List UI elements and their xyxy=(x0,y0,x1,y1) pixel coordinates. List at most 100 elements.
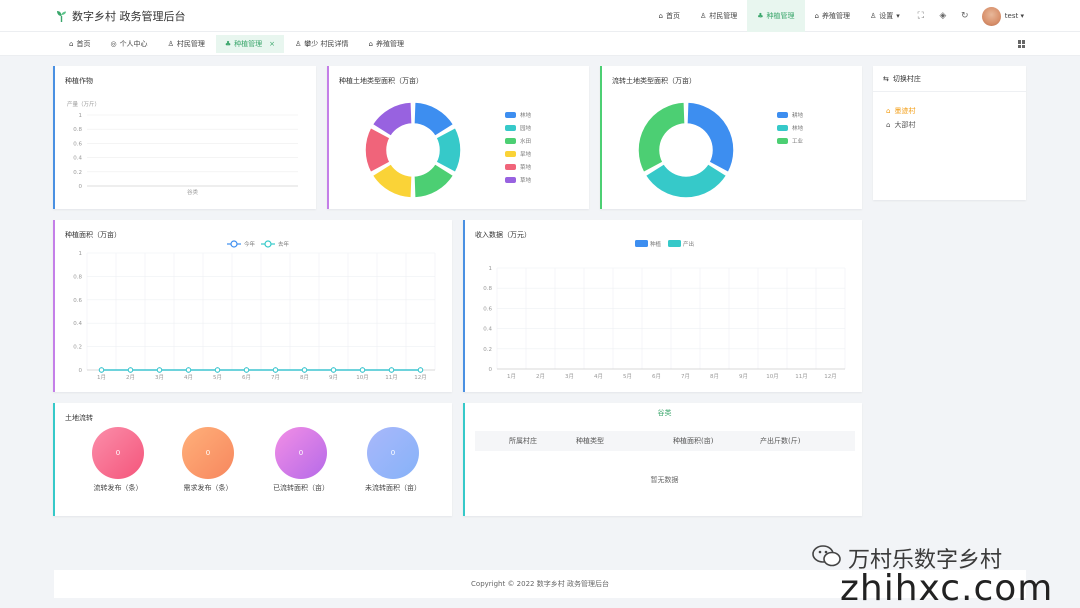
x-tick-label: 10月 xyxy=(766,373,779,380)
stat-circle[interactable]: 0 xyxy=(92,427,144,479)
tab-villagers[interactable]: ♙ 村民管理 xyxy=(159,35,214,53)
tab-villager-detail[interactable]: ♙ 攀少 村民详情 xyxy=(286,35,358,53)
legend-swatch xyxy=(505,111,516,118)
planting-area-card: 种植面积（万亩） 0 0.2 0.4 0.6 0.8 1 1月 2月 3月 4月 5月 6月 7月 8月 9… xyxy=(53,220,452,392)
tab-planting[interactable]: ♣ 种植管理 × xyxy=(215,35,284,53)
legend-item[interactable]: 旱地 xyxy=(505,147,531,160)
user-menu[interactable]: test ▾ xyxy=(1005,12,1024,20)
column-header[interactable]: 产出斤数(斤) xyxy=(760,436,855,446)
data-point xyxy=(301,367,308,373)
y-tick-label: 1 xyxy=(79,251,83,257)
tab-home[interactable]: ⌂ 首页 xyxy=(60,35,99,53)
table-header: 所属村庄 种植类型 种植面积(亩) 产出斤数(斤) xyxy=(475,431,855,451)
column-header[interactable]: 种植面积(亩) xyxy=(665,436,760,446)
topnav-planting[interactable]: ♣ 种植管理 xyxy=(747,0,805,32)
close-icon[interactable]: × xyxy=(269,40,275,48)
y-tick-label: 1 xyxy=(79,113,83,119)
column-header[interactable]: 所属村庄 xyxy=(475,436,570,446)
data-point xyxy=(243,367,250,373)
x-tick-label: 7月 xyxy=(271,374,280,381)
y-tick-label: 0.8 xyxy=(73,127,82,133)
x-tick-label: 5月 xyxy=(213,374,222,381)
plant-icon: ♣ xyxy=(224,40,232,48)
x-tick-label: 12月 xyxy=(414,374,427,381)
stat-value: 0 xyxy=(390,449,396,457)
tab-label: 种植管理 xyxy=(234,40,263,48)
village-list: ⌂ 墨迹村 ⌂ 大邵村 xyxy=(886,104,915,132)
stat-circle[interactable]: 0 xyxy=(275,427,327,479)
legend-label: 草地 xyxy=(520,177,532,184)
legend-item[interactable]: 菜地 xyxy=(505,160,531,173)
legend-label: 水田 xyxy=(520,138,532,145)
legend-item[interactable]: 耕地 xyxy=(777,108,803,121)
topnav-villagers[interactable]: ♙ 村民管理 xyxy=(690,0,747,32)
land-type-card: 种植土地类型面积（万亩） 林地 园地水田旱地菜地草地 xyxy=(327,66,589,209)
stat-circle[interactable]: 0 xyxy=(182,427,234,479)
legend-swatch xyxy=(505,163,516,170)
person-icon: ♙ xyxy=(699,12,707,20)
legend-item[interactable]: 园地 xyxy=(505,121,531,134)
planting-crops-chart: 产量（万斤） 0 0.2 0.4 0.6 0.8 1 谷类 xyxy=(67,100,298,196)
x-tick-label: 2月 xyxy=(126,374,135,381)
topnav-villagers-label: 村民管理 xyxy=(709,12,738,20)
legend-label: 种植 xyxy=(650,240,662,248)
stat-circle[interactable]: 0 xyxy=(367,427,419,479)
legend-item[interactable]: 林地 xyxy=(505,108,531,121)
legend-item[interactable]: 工业 xyxy=(777,134,803,147)
avatar[interactable] xyxy=(981,6,1001,26)
village-item[interactable]: ⌂ 墨迹村 xyxy=(886,104,915,118)
data-point xyxy=(214,367,221,373)
x-tick-label: 1月 xyxy=(507,373,516,380)
legend-item[interactable]: 林地 xyxy=(777,121,803,134)
legend-swatch xyxy=(668,240,681,247)
village-label: 大邵村 xyxy=(894,121,916,129)
legend-swatch xyxy=(777,124,788,131)
y-axis-label: 产量（万斤） xyxy=(67,100,100,108)
sprout-logo-icon xyxy=(57,11,66,22)
tab-grain[interactable]: 谷类 xyxy=(465,408,864,418)
tab-breeding[interactable]: ⌂ 养殖管理 xyxy=(360,35,413,53)
x-tick-label: 12月 xyxy=(824,373,837,380)
data-point xyxy=(127,367,134,373)
card-title: 流转土地类型面积（万亩） xyxy=(612,77,696,85)
user-name: test xyxy=(1004,12,1019,20)
x-tick-label: 10月 xyxy=(356,374,369,381)
house-icon: ⌂ xyxy=(886,121,891,129)
topnav-settings[interactable]: ♙ 设置 ▾ xyxy=(860,0,910,32)
legend-label: 菜地 xyxy=(520,164,532,171)
tab-label: 村民管理 xyxy=(176,40,205,48)
planting-crops-card: 种植作物 产量（万斤） 0 0.2 0.4 0.6 0.8 1 谷类 xyxy=(53,66,316,209)
y-tick-label: 0.2 xyxy=(73,170,82,176)
grid-menu-icon[interactable] xyxy=(1018,40,1026,48)
legend-item[interactable]: 草地 xyxy=(505,173,531,186)
legend-label: 林地 xyxy=(792,125,804,132)
data-point xyxy=(417,367,424,373)
switch-icon: ⇆ xyxy=(883,74,889,83)
data-point xyxy=(330,367,337,373)
legend-item[interactable]: 水田 xyxy=(505,134,531,147)
x-tick-label: 6月 xyxy=(652,373,661,380)
x-tick-label: 8月 xyxy=(710,373,719,380)
refresh-icon[interactable]: ↻ xyxy=(954,0,976,32)
column-header[interactable]: 种植类型 xyxy=(570,436,665,446)
legend-swatch xyxy=(505,150,516,157)
topnav-settings-label: 设置 xyxy=(879,12,894,20)
stat-label: 未流转面积（亩） xyxy=(365,484,421,492)
barn-icon: ⌂ xyxy=(814,12,819,20)
card-title: 种植土地类型面积（万亩） xyxy=(339,77,423,85)
y-tick-label: 0.6 xyxy=(73,298,82,304)
tab-profile[interactable]: ◎ 个人中心 xyxy=(101,35,156,53)
fullscreen-icon[interactable]: ⛶ xyxy=(910,0,932,32)
topnav-home[interactable]: ⌂ 首页 xyxy=(649,0,690,32)
theme-icon[interactable]: ◈ xyxy=(932,0,954,32)
topnav-breeding[interactable]: ⌂ 养殖管理 xyxy=(805,0,860,32)
village-item[interactable]: ⌂ 大邵村 xyxy=(886,118,915,132)
y-tick-label: 0.4 xyxy=(73,321,82,327)
location-icon: ◎ xyxy=(110,40,117,48)
donut-slice xyxy=(637,101,686,174)
brand[interactable]: 数字乡村 政务管理后台 xyxy=(56,8,186,24)
data-point xyxy=(156,367,163,373)
grain-table-card: 谷类 所属村庄 种植类型 种植面积(亩) 产出斤数(斤) 暂无数据 xyxy=(463,403,862,516)
x-tick-label: 9月 xyxy=(329,374,338,381)
legend-swatch xyxy=(505,137,516,144)
